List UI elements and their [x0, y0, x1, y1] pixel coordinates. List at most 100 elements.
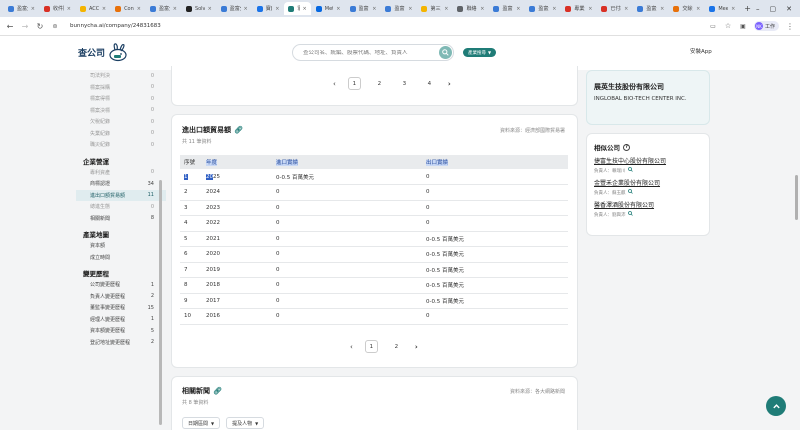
browser-tab[interactable]: Meeti× — [705, 2, 739, 15]
column-header[interactable]: 年度 — [202, 155, 272, 169]
browser-tab[interactable]: Contr× — [111, 2, 145, 15]
close-icon[interactable]: × — [244, 6, 248, 12]
scroll-top-button[interactable] — [766, 396, 786, 416]
close-icon[interactable]: × — [480, 6, 484, 12]
reload-icon[interactable]: ↻ — [36, 22, 44, 31]
close-icon[interactable]: × — [275, 6, 279, 12]
close-icon[interactable]: × — [31, 6, 35, 12]
chevron-left-icon[interactable]: ‹ — [350, 343, 353, 351]
close-icon[interactable]: × — [444, 6, 448, 12]
page-button[interactable]: 1 — [347, 77, 361, 90]
search-input[interactable] — [303, 49, 433, 56]
industry-search-button[interactable]: 產業搜尋 ▼ — [463, 48, 497, 57]
search-icon[interactable] — [627, 167, 633, 174]
page-scrollbar[interactable] — [795, 175, 798, 220]
sidebar-item[interactable]: 專利資產 0 — [76, 167, 166, 179]
install-app-link[interactable]: 安裝App — [690, 47, 712, 55]
page-button[interactable]: 2 — [373, 77, 386, 90]
browser-tab[interactable]: 盈富分× — [489, 2, 524, 15]
chevron-left-icon[interactable]: ‹ — [333, 80, 336, 88]
sidebar-item[interactable]: 總進生態 0 — [76, 201, 166, 213]
profile-chip[interactable]: NK 工作 — [753, 21, 779, 31]
browser-tab[interactable]: 專業分× — [561, 2, 596, 15]
browser-tab[interactable]: Meta× — [312, 2, 345, 15]
help-icon[interactable]: ? — [623, 143, 630, 151]
sidebar-item[interactable]: 失業紀錄 0 — [76, 128, 166, 140]
similar-company-link[interactable]: 金豐禾企業股份有限公司 — [594, 178, 666, 187]
similar-company-link[interactable]: 捷富生技中心股份有限公司 — [594, 156, 666, 165]
extensions-icon[interactable]: ▣ — [739, 23, 747, 30]
more-menu-icon[interactable]: ⋮ — [786, 22, 794, 31]
close-icon[interactable]: × — [660, 6, 664, 12]
close-icon[interactable]: × — [408, 6, 412, 12]
close-icon[interactable]: × — [67, 6, 71, 12]
sidebar-item[interactable]: 經理人變更歷程 1 — [76, 314, 166, 326]
search-icon[interactable] — [627, 211, 633, 218]
bookmark-star-icon[interactable]: ☆ — [724, 22, 732, 30]
browser-tab[interactable]: 盈富分× — [146, 2, 181, 15]
sidebar-item[interactable]: 負責人變更歷程 2 — [76, 291, 166, 303]
chevron-right-icon[interactable]: › — [448, 80, 451, 88]
browser-tab[interactable]: Solve× — [182, 2, 216, 15]
browser-tab[interactable]: 寰× — [284, 2, 311, 15]
search-icon[interactable] — [627, 189, 633, 196]
sidebar-item[interactable]: 標案決標 0 — [76, 105, 166, 117]
close-icon[interactable]: × — [208, 6, 212, 12]
new-tab-icon[interactable]: + — [740, 4, 755, 13]
page-button[interactable]: 2 — [390, 340, 403, 353]
site-logo[interactable]: 查公司 — [78, 42, 129, 62]
close-icon[interactable]: × — [696, 6, 700, 12]
cast-icon[interactable]: ▭ — [709, 23, 717, 30]
browser-tab[interactable]: 盈富分× — [381, 2, 416, 15]
maximize-icon[interactable]: ▢ — [770, 5, 777, 13]
search-button[interactable] — [439, 46, 452, 59]
page-button[interactable]: 4 — [423, 77, 436, 90]
date-range-filter[interactable]: 日期區間 ▼ — [182, 417, 221, 429]
browser-tab[interactable]: 盈富分× — [346, 2, 381, 15]
browser-tab[interactable]: 盈富分× — [633, 2, 668, 15]
page-button[interactable]: 1 — [364, 340, 378, 353]
browser-tab[interactable]: 已付款× — [597, 2, 632, 15]
browser-tab[interactable]: 盈富分× — [4, 2, 39, 15]
sidebar-item[interactable]: 職災紀錄 0 — [76, 139, 166, 151]
close-icon[interactable]: × — [731, 6, 735, 12]
close-icon[interactable]: × — [372, 6, 376, 12]
close-icon[interactable]: × — [588, 6, 592, 12]
close-icon[interactable]: × — [552, 6, 556, 12]
minimize-icon[interactable]: – — [756, 5, 760, 13]
browser-tab[interactable]: 寶藏× — [253, 2, 284, 15]
sidebar-item[interactable]: 董監事變更歷程 15 — [76, 302, 166, 314]
browser-tab[interactable]: 盈富分× — [525, 2, 560, 15]
browser-tab[interactable]: 盈富分× — [217, 2, 252, 15]
browser-tab[interactable]: 第三方× — [417, 2, 452, 15]
sidebar-scrollbar[interactable] — [159, 180, 162, 425]
column-header[interactable]: 出口實績 — [422, 155, 568, 169]
sidebar-item[interactable]: 登記地址變更歷程 2 — [76, 337, 166, 349]
back-icon[interactable]: ← — [6, 22, 14, 31]
url-field[interactable]: bunnycha.ai/company/24831683 — [70, 23, 702, 29]
close-icon[interactable]: × — [336, 6, 340, 12]
close-icon[interactable]: × — [173, 6, 177, 12]
sidebar-item[interactable]: 司法判決 0 — [76, 70, 166, 82]
sidebar-item[interactable]: 成立時間 — [76, 252, 166, 264]
close-icon[interactable]: × — [137, 6, 141, 12]
sidebar-item[interactable]: 相關新聞 8 — [76, 213, 166, 225]
link-icon[interactable]: 🔗︎ — [234, 126, 243, 134]
browser-tab[interactable]: 交餘分× — [669, 2, 704, 15]
link-icon[interactable]: 🔗︎ — [213, 387, 222, 395]
column-header[interactable]: 序號 — [180, 155, 202, 169]
close-icon[interactable]: × — [303, 6, 307, 12]
sidebar-item[interactable]: 公司變更歷程 1 — [76, 279, 166, 291]
close-icon[interactable]: × — [102, 6, 106, 12]
close-icon[interactable]: × — [516, 6, 520, 12]
browser-tab[interactable]: 收件匣× — [40, 2, 75, 15]
similar-company-link[interactable]: 馨香澤酒股份有限公司 — [594, 200, 666, 209]
person-filter[interactable]: 提及人物 ▼ — [226, 417, 265, 429]
column-header[interactable]: 進口實績 — [272, 155, 422, 169]
sidebar-item[interactable]: 標案採購 0 — [76, 82, 166, 94]
chevron-right-icon[interactable]: › — [415, 343, 418, 351]
close-window-icon[interactable]: ✕ — [786, 5, 792, 13]
browser-tab[interactable]: 聯絡中× — [453, 2, 488, 15]
forward-icon[interactable]: → — [21, 22, 29, 31]
sidebar-item[interactable]: 標案得標 0 — [76, 93, 166, 105]
